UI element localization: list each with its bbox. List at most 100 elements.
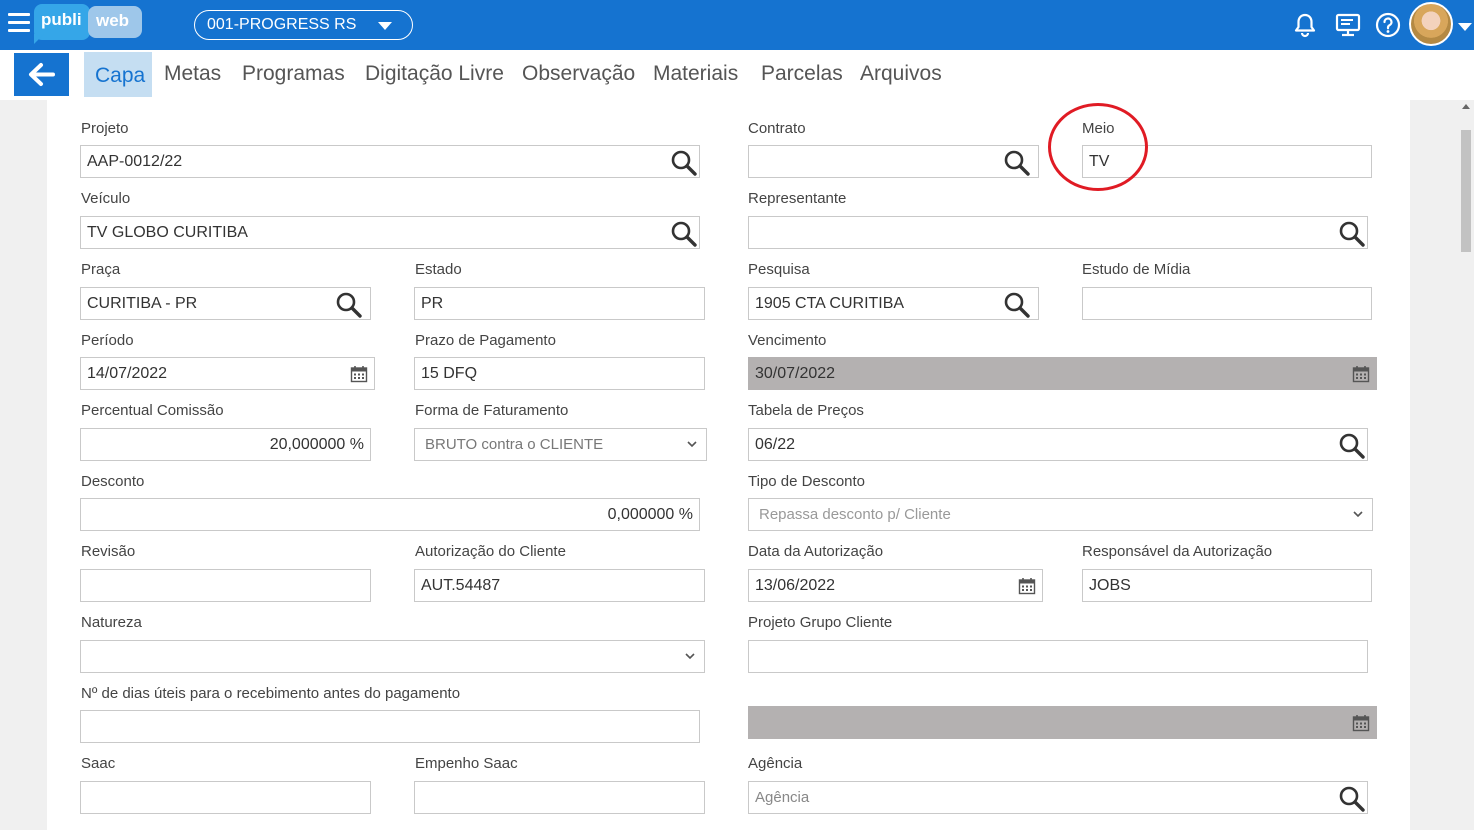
- scroll-up-arrow-icon[interactable]: [1462, 104, 1470, 109]
- label-representante: Representante: [748, 190, 847, 207]
- revisao-field[interactable]: [80, 569, 371, 602]
- label-tipo-desconto: Tipo de Desconto: [748, 473, 866, 490]
- representante-field[interactable]: [748, 216, 1368, 249]
- label-saac: Saac: [81, 755, 116, 772]
- prazo-pagamento-field[interactable]: 15 DFQ: [414, 357, 705, 390]
- agencia-placeholder: Agência: [755, 789, 810, 806]
- monitor-icon[interactable]: [1335, 12, 1361, 38]
- veiculo-field[interactable]: TV GLOBO CURITIBA: [80, 216, 700, 249]
- chevron-down-icon: [1352, 508, 1364, 520]
- tab-capa[interactable]: Capa: [84, 52, 152, 97]
- praca-field[interactable]: CURITIBA - PR: [80, 287, 371, 320]
- avatar[interactable]: [1409, 2, 1453, 46]
- company-selector-label: 001-PROGRESS RS: [207, 16, 357, 33]
- estado-value: PR: [421, 295, 444, 312]
- veiculo-value: TV GLOBO CURITIBA: [87, 224, 248, 241]
- search-icon[interactable]: [336, 292, 362, 318]
- autorizacao-cliente-value: AUT.54487: [421, 577, 501, 594]
- label-empenho-saac: Empenho Saac: [415, 755, 518, 772]
- projeto-value: AAP-0012/22: [87, 153, 183, 170]
- app-logo[interactable]: publi web: [34, 4, 144, 44]
- data-autorizacao-date-field[interactable]: 13/06/2022: [748, 569, 1043, 602]
- estudo-midia-field[interactable]: [1082, 287, 1372, 320]
- top-bar: publi web 001-PROGRESS RS: [0, 0, 1474, 50]
- empenho-saac-field[interactable]: [414, 781, 705, 814]
- menu-icon[interactable]: [8, 13, 30, 33]
- calendar-icon: [1352, 714, 1370, 732]
- tab-programas[interactable]: Programas: [242, 50, 345, 95]
- agencia-field[interactable]: Agência: [748, 781, 1368, 814]
- search-icon[interactable]: [1339, 433, 1365, 459]
- annotation-circle: [1048, 103, 1148, 191]
- label-periodo: Período: [81, 332, 134, 349]
- disabled-date-field: [748, 706, 1377, 739]
- label-tabela-precos: Tabela de Preços: [748, 402, 864, 419]
- logo-part-web: web: [88, 6, 142, 38]
- label-projeto-grupo-cliente: Projeto Grupo Cliente: [748, 614, 893, 631]
- forma-faturamento-value: BRUTO contra o CLIENTE: [425, 436, 604, 453]
- autorizacao-cliente-field[interactable]: AUT.54487: [414, 569, 705, 602]
- estado-field[interactable]: PR: [414, 287, 705, 320]
- vencimento-date-field: 30/07/2022: [748, 357, 1377, 390]
- dias-uteis-field[interactable]: [80, 710, 700, 743]
- company-selector[interactable]: 001-PROGRESS RS: [194, 10, 413, 40]
- label-autorizacao-cliente: Autorização do Cliente: [415, 543, 566, 560]
- search-icon[interactable]: [1004, 292, 1030, 318]
- tabela-precos-field[interactable]: 06/22: [748, 428, 1368, 461]
- chevron-down-icon: [686, 438, 698, 450]
- label-estudo-midia: Estudo de Mídia: [1082, 261, 1191, 278]
- label-revisao: Revisão: [81, 543, 136, 560]
- data-autorizacao-value: 13/06/2022: [755, 577, 836, 594]
- tab-materiais[interactable]: Materiais: [653, 50, 738, 95]
- chevron-down-icon[interactable]: [1458, 23, 1472, 31]
- label-percentual-comissao: Percentual Comissão: [81, 402, 224, 419]
- label-contrato: Contrato: [748, 120, 806, 137]
- tab-arquivos[interactable]: Arquivos: [860, 50, 942, 95]
- tipo-desconto-placeholder: Repassa desconto p/ Cliente: [759, 506, 951, 523]
- label-forma-faturamento: Forma de Faturamento: [415, 402, 569, 419]
- praca-value: CURITIBA - PR: [87, 295, 198, 312]
- label-natureza: Natureza: [81, 614, 142, 631]
- pesquisa-field[interactable]: 1905 CTA CURITIBA: [748, 287, 1039, 320]
- label-estado: Estado: [415, 261, 462, 278]
- search-icon[interactable]: [671, 150, 697, 176]
- chevron-down-icon: [684, 650, 696, 662]
- desconto-field[interactable]: 0,000000 %: [80, 498, 700, 531]
- periodo-date-field[interactable]: 14/07/2022: [80, 357, 375, 390]
- prazo-pagamento-value: 15 DFQ: [421, 365, 478, 382]
- back-button[interactable]: [14, 53, 69, 96]
- label-praca: Praça: [81, 261, 121, 278]
- saac-field[interactable]: [80, 781, 371, 814]
- vencimento-value: 30/07/2022: [755, 365, 836, 382]
- label-pesquisa: Pesquisa: [748, 261, 810, 278]
- natureza-select[interactable]: [80, 640, 705, 673]
- forma-faturamento-select[interactable]: BRUTO contra o CLIENTE: [414, 428, 707, 461]
- tab-metas[interactable]: Metas: [164, 50, 221, 95]
- label-projeto: Projeto: [81, 120, 129, 137]
- label-veiculo: Veículo: [81, 190, 131, 207]
- search-icon[interactable]: [1339, 786, 1365, 812]
- label-prazo-pagamento: Prazo de Pagamento: [415, 332, 556, 349]
- tab-digitacao-livre[interactable]: Digitação Livre: [365, 50, 504, 95]
- search-icon[interactable]: [1004, 150, 1030, 176]
- calendar-icon[interactable]: [350, 365, 368, 383]
- tipo-desconto-select[interactable]: Repassa desconto p/ Cliente: [748, 498, 1373, 531]
- calendar-icon[interactable]: [1018, 577, 1036, 595]
- percentual-comissao-field[interactable]: 20,000000 %: [80, 428, 371, 461]
- projeto-grupo-cliente-field[interactable]: [748, 640, 1368, 673]
- responsavel-autorizacao-value: JOBS: [1089, 577, 1131, 594]
- search-icon[interactable]: [671, 221, 697, 247]
- scroll-thumb[interactable]: [1461, 130, 1471, 252]
- tabela-precos-value: 06/22: [755, 436, 796, 453]
- tab-parcelas[interactable]: Parcelas: [761, 50, 843, 95]
- vertical-scrollbar[interactable]: [1458, 100, 1474, 830]
- projeto-field[interactable]: AAP-0012/22: [80, 145, 700, 178]
- search-icon[interactable]: [1339, 221, 1365, 247]
- responsavel-autorizacao-field[interactable]: JOBS: [1082, 569, 1372, 602]
- help-icon[interactable]: [1375, 12, 1401, 38]
- label-agencia: Agência: [748, 755, 803, 772]
- arrow-left-icon: [29, 63, 55, 86]
- bell-icon[interactable]: [1292, 12, 1318, 38]
- contrato-field[interactable]: [748, 145, 1039, 178]
- tab-observacao[interactable]: Observação: [522, 50, 635, 95]
